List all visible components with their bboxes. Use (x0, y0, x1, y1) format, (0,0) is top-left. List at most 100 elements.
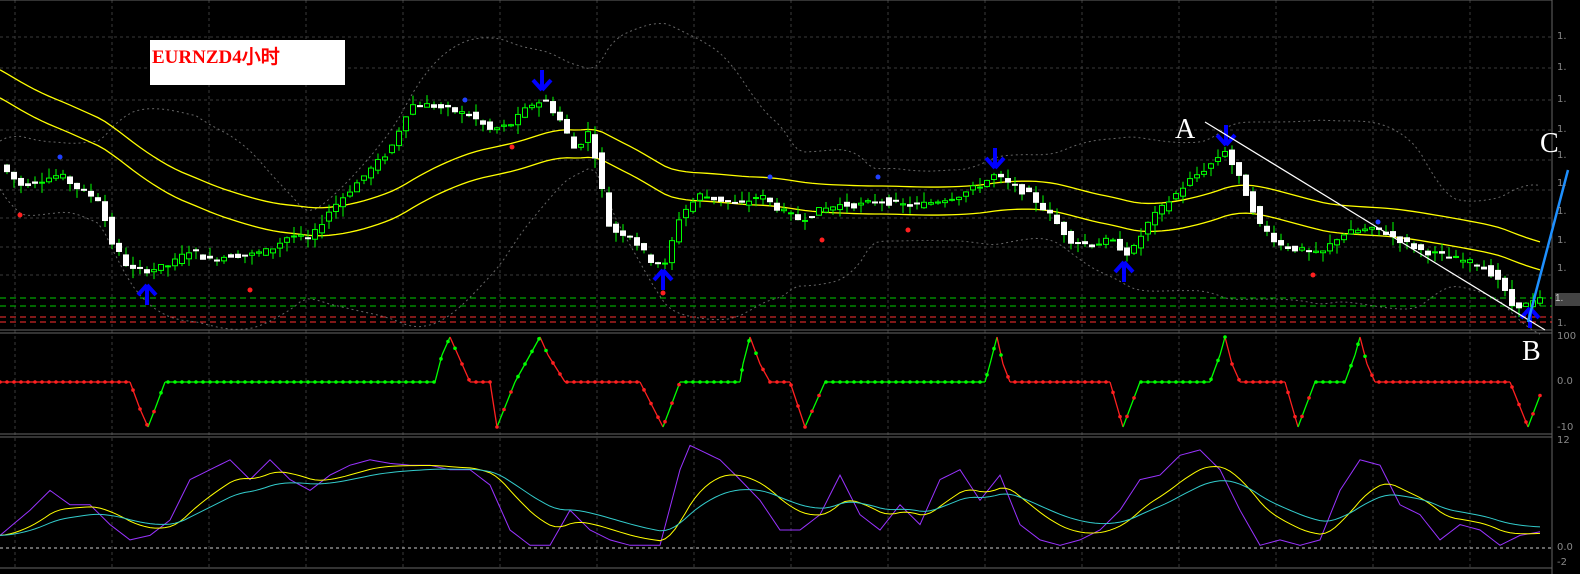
candle-bull (788, 212, 794, 215)
step-indicator-point (950, 380, 954, 384)
candle-bull (1432, 251, 1438, 254)
step-indicator-point (103, 380, 107, 384)
step-indicator-point (1020, 380, 1024, 384)
candle-bull (935, 201, 941, 204)
candle-bear (1285, 246, 1291, 250)
red-signal-dot (247, 287, 253, 293)
step-indicator-point (824, 380, 828, 384)
step-indicator-point (796, 404, 800, 408)
step-indicator-point (1195, 380, 1199, 384)
candle-bear (445, 104, 451, 108)
candle-bear (1005, 178, 1011, 183)
step-indicator-point (1055, 380, 1059, 384)
step-indicator-point (1496, 380, 1500, 384)
step-indicator-point (355, 380, 359, 384)
candle-bull (921, 201, 927, 209)
step-indicator-point (348, 380, 352, 384)
step-indicator-point (26, 380, 30, 384)
step-indicator-point (229, 380, 233, 384)
candle-bull (683, 208, 689, 219)
step-indicator-point (999, 353, 1003, 357)
candle-bull (172, 258, 178, 267)
candle-bull (186, 252, 192, 260)
candle-bear (1229, 149, 1235, 166)
chart-canvas[interactable] (0, 0, 1580, 574)
step-indicator-point (523, 362, 527, 366)
step-tick: -10 (1557, 422, 1574, 433)
step-indicator-point (187, 380, 191, 384)
candle-bear (480, 120, 486, 125)
candle-bear (1278, 240, 1284, 246)
candle-bull (1222, 150, 1228, 157)
candle-bear (228, 254, 234, 258)
candle-bull (816, 207, 822, 216)
candle-bear (431, 104, 437, 108)
candle-bull (291, 235, 297, 238)
candle-bear (1509, 289, 1515, 306)
step-indicator-point (789, 383, 793, 387)
candle-bear (123, 254, 129, 267)
step-indicator-point (565, 380, 569, 384)
candle-bull (669, 240, 675, 264)
step-indicator-point (684, 380, 688, 384)
candle-bear (879, 201, 885, 204)
step-indicator-point (460, 362, 464, 366)
red-signal-dot (17, 212, 23, 218)
step-indicator-point (75, 380, 79, 384)
step-indicator-point (481, 380, 485, 384)
osc-tick: 12 (1557, 435, 1570, 446)
step-indicator-point (733, 380, 737, 384)
candle-bull (151, 269, 157, 273)
candle-bear (1236, 162, 1242, 176)
step-indicator-point (1216, 358, 1220, 363)
step-indicator-point (936, 380, 940, 384)
step-indicator-point (1104, 380, 1108, 384)
step-indicator-point (1489, 380, 1493, 384)
step-indicator-point (866, 380, 870, 384)
step-indicator-point (775, 380, 779, 384)
step-indicator-point (264, 380, 268, 384)
step-indicator-point (453, 346, 457, 351)
candle-bull (837, 204, 843, 211)
candle-bull (1166, 201, 1172, 212)
step-indicator-point (544, 348, 548, 353)
step-indicator-point (649, 401, 653, 406)
candle-bull (39, 181, 45, 184)
step-indicator-point (1454, 380, 1458, 384)
candle-bear (137, 266, 143, 269)
step-indicator-point (810, 409, 814, 414)
annotation-a: A (1175, 114, 1196, 145)
candle-bull (1355, 229, 1361, 234)
candle-bear (1271, 232, 1277, 243)
candle-bull (179, 253, 185, 264)
step-indicator-point (54, 380, 58, 384)
annotation-b: B (1522, 336, 1541, 367)
step-indicator-point (957, 380, 961, 384)
candle-bull (1348, 229, 1354, 235)
candle-bull (515, 113, 521, 126)
price-tick: 1. (1557, 124, 1567, 135)
candle-bear (564, 118, 570, 134)
step-indicator-point (600, 380, 604, 384)
candle-bull (424, 103, 430, 108)
candle-bear (1026, 187, 1032, 193)
candle-bull (347, 191, 353, 197)
step-indicator-point (446, 339, 450, 344)
step-indicator-point (222, 380, 226, 384)
price-tick: 1. (1557, 94, 1567, 105)
candle-bear (543, 99, 549, 102)
step-indicator-point (61, 380, 65, 384)
red-signal-dot (509, 144, 515, 150)
candle-bull (536, 102, 542, 108)
candle-bull (396, 130, 402, 147)
red-signal-dot (1310, 272, 1316, 278)
step-indicator-point (992, 346, 996, 351)
blue-signal-dot (57, 154, 63, 160)
step-indicator-point (12, 380, 16, 384)
step-indicator-point (390, 380, 394, 384)
step-indicator-point (817, 393, 821, 398)
step-indicator-point (873, 380, 877, 384)
candle-bull (529, 104, 535, 109)
step-indicator-point (705, 380, 709, 384)
candle-bear (606, 192, 612, 227)
